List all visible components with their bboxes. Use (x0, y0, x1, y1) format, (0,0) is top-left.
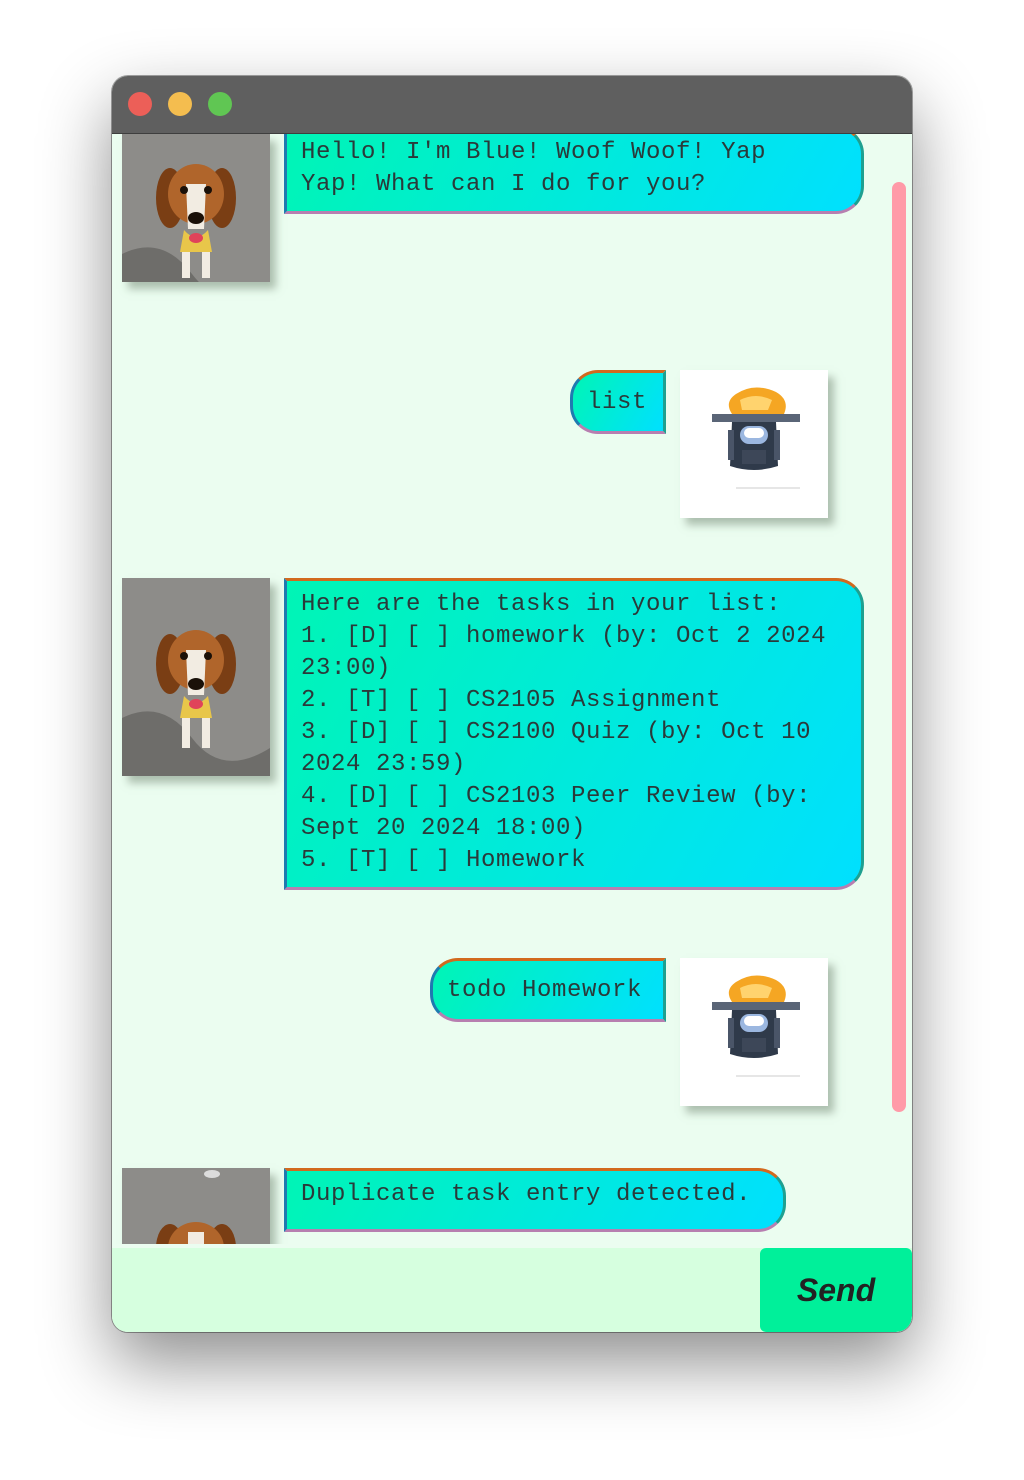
app-window: Hello! I'm Blue! Woof Woof! Yap Yap! Wha… (112, 76, 912, 1332)
input-bar: Send (112, 1248, 912, 1332)
dog-avatar (122, 134, 270, 282)
close-window-button[interactable] (128, 92, 152, 116)
chat-scroll-pane[interactable]: Hello! I'm Blue! Woof Woof! Yap Yap! Wha… (112, 134, 912, 1244)
title-bar (112, 76, 912, 134)
dog-avatar-icon (122, 134, 270, 282)
user-avatar (680, 958, 828, 1106)
bot-message-bubble: Duplicate task entry detected. (284, 1168, 786, 1232)
user-message-bubble: list (570, 370, 666, 434)
dog-avatar-icon (122, 1168, 270, 1244)
bot-message-bubble: Here are the tasks in your list: 1. [D] … (284, 578, 864, 890)
user-message-bubble: todo Homework (430, 958, 666, 1022)
message-input[interactable] (112, 1248, 760, 1332)
dog-avatar (122, 1168, 270, 1244)
dog-avatar-icon (122, 578, 270, 776)
user-avatar-icon (680, 958, 828, 1106)
user-avatar-icon (680, 370, 828, 518)
minimize-window-button[interactable] (168, 92, 192, 116)
user-avatar (680, 370, 828, 518)
send-button[interactable]: Send (760, 1248, 912, 1332)
bot-message-bubble: Hello! I'm Blue! Woof Woof! Yap Yap! Wha… (284, 134, 864, 214)
dog-avatar (122, 578, 270, 776)
maximize-window-button[interactable] (208, 92, 232, 116)
scrollbar-thumb[interactable] (892, 182, 906, 1112)
